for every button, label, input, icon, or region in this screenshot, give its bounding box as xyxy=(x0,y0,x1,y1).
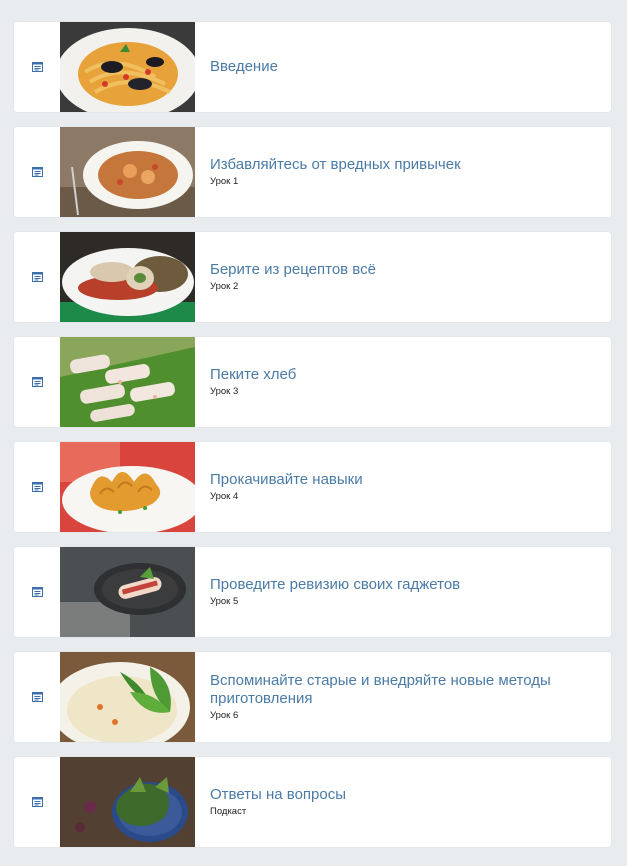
lesson-subtitle: Урок 4 xyxy=(210,491,239,502)
lesson-thumbnail[interactable] xyxy=(60,232,195,322)
document-icon xyxy=(31,587,43,597)
lesson-thumbnail[interactable] xyxy=(60,127,195,217)
lesson-title[interactable]: Избавляйтесь от вредных привычек xyxy=(210,156,589,174)
lesson-title[interactable]: Берите из рецептов всё xyxy=(210,261,589,279)
lesson-card[interactable]: Прокачивайте навыки Урок 4 xyxy=(14,442,611,532)
lesson-thumbnail[interactable] xyxy=(60,22,195,112)
lesson-title[interactable]: Введение xyxy=(210,58,589,76)
lesson-subtitle: Урок 6 xyxy=(210,710,239,721)
document-icon xyxy=(31,692,43,702)
lesson-subtitle: Подкаст xyxy=(210,806,247,817)
lesson-title[interactable]: Ответы на вопросы xyxy=(210,786,589,804)
lesson-title[interactable]: Прокачивайте навыки xyxy=(210,471,589,489)
lesson-card[interactable]: Вспоминайте старые и внедряйте новые мет… xyxy=(14,652,611,742)
lesson-subtitle: Урок 1 xyxy=(210,176,239,187)
lesson-thumbnail[interactable] xyxy=(60,337,195,427)
lesson-subtitle: Урок 2 xyxy=(210,281,239,292)
document-icon xyxy=(31,797,43,807)
lesson-thumbnail[interactable] xyxy=(60,547,195,637)
lesson-card[interactable]: Избавляйтесь от вредных привычек Урок 1 xyxy=(14,127,611,217)
lesson-thumbnail[interactable] xyxy=(60,442,195,532)
document-icon xyxy=(31,62,43,72)
lesson-title[interactable]: Проведите ревизию своих гаджетов xyxy=(210,576,589,594)
lesson-card[interactable]: Берите из рецептов всё Урок 2 xyxy=(14,232,611,322)
lesson-card[interactable]: Пеките хлеб Урок 3 xyxy=(14,337,611,427)
document-icon xyxy=(31,482,43,492)
lesson-card[interactable]: Проведите ревизию своих гаджетов Урок 5 xyxy=(14,547,611,637)
document-icon xyxy=(31,167,43,177)
lesson-subtitle: Урок 5 xyxy=(210,596,239,607)
lesson-thumbnail[interactable] xyxy=(60,757,195,847)
lesson-card[interactable]: Ответы на вопросы Подкаст xyxy=(14,757,611,847)
lesson-title[interactable]: Вспоминайте старые и внедряйте новые мет… xyxy=(210,672,589,708)
document-icon xyxy=(31,377,43,387)
lesson-list: Введение Избавляйтесь от вредных привыче… xyxy=(14,22,611,847)
lesson-card[interactable]: Введение xyxy=(14,22,611,112)
lesson-thumbnail[interactable] xyxy=(60,652,195,742)
lesson-title[interactable]: Пеките хлеб xyxy=(210,366,589,384)
document-icon xyxy=(31,272,43,282)
lesson-subtitle: Урок 3 xyxy=(210,386,239,397)
